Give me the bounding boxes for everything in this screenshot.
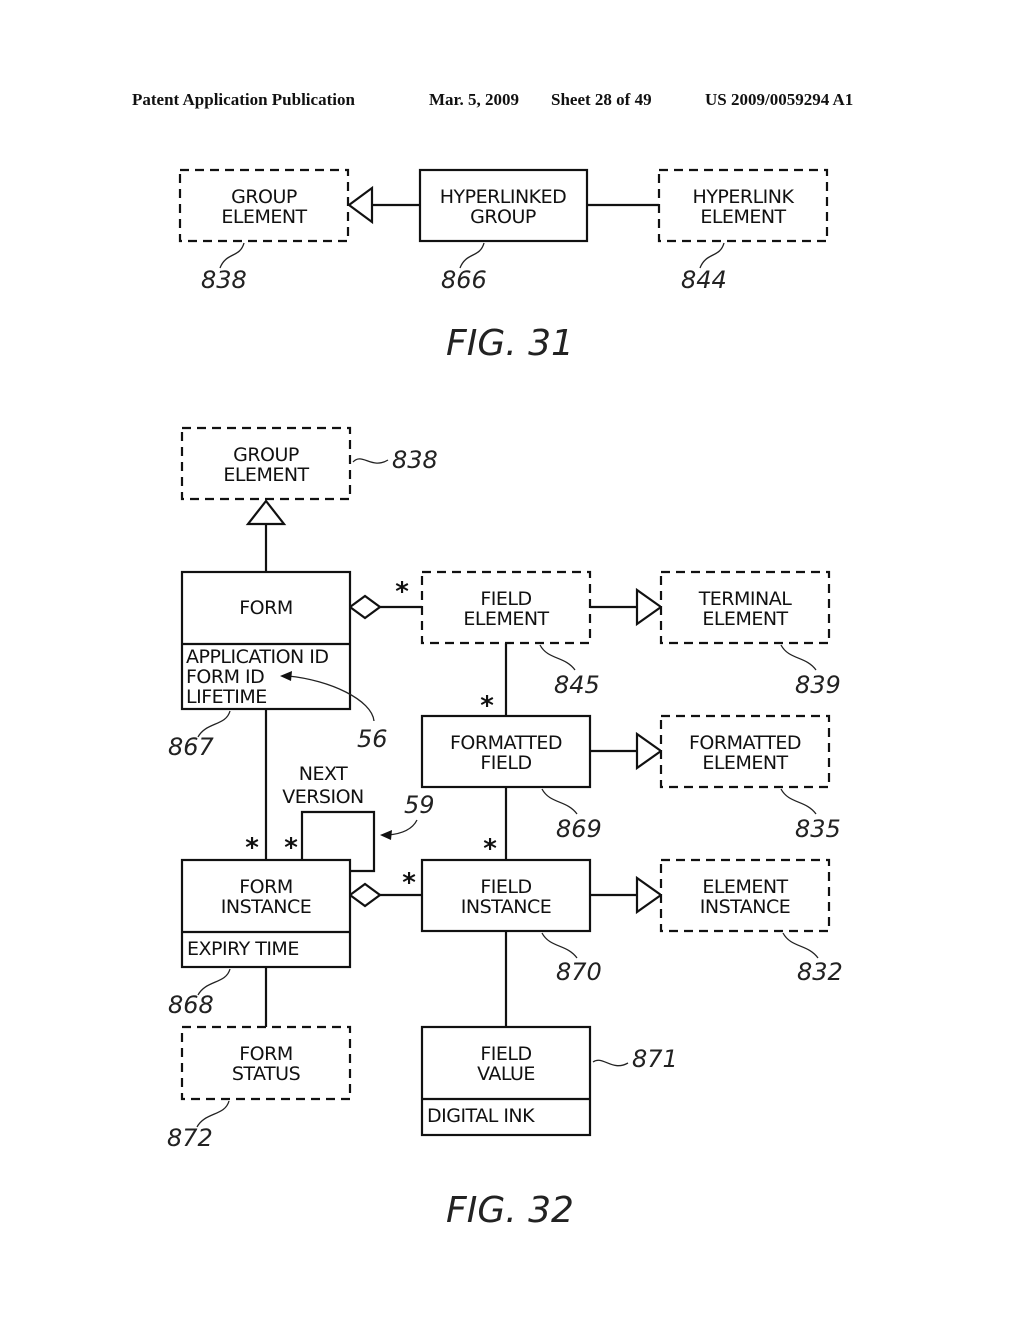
box-label: VALUE bbox=[477, 1063, 535, 1085]
aggregation-diamond-icon bbox=[348, 594, 382, 620]
fig31-inheritance-arrow-icon bbox=[347, 185, 374, 225]
box-label: ELEMENT bbox=[702, 876, 788, 898]
ref-numeral-868: 868 bbox=[168, 991, 214, 1019]
form-status-box: FORM STATUS bbox=[180, 1025, 352, 1101]
group-element-box: GROUP ELEMENT bbox=[180, 426, 352, 501]
leader-line bbox=[541, 788, 578, 815]
box-label: STATUS bbox=[232, 1063, 300, 1085]
ref-numeral-835: 835 bbox=[795, 815, 841, 843]
ref-numeral-832: 832 bbox=[797, 958, 843, 986]
attribute-application-id: APPLICATION ID bbox=[186, 646, 329, 668]
leader-arrow-59 bbox=[387, 819, 418, 836]
attribute-digital-ink: DIGITAL INK bbox=[427, 1105, 535, 1127]
box-label: ELEMENT bbox=[702, 752, 788, 774]
inheritance-arrow-icon bbox=[245, 499, 287, 526]
box-label: ELEMENT bbox=[700, 206, 786, 228]
ref-numeral-866: 866 bbox=[441, 266, 487, 294]
box-label: GROUP bbox=[231, 186, 297, 208]
box-label: FIELD bbox=[480, 876, 531, 898]
ref-numeral-867: 867 bbox=[168, 733, 215, 761]
ref-numeral-872: 872 bbox=[167, 1124, 213, 1152]
ref-numeral-869: 869 bbox=[556, 815, 602, 843]
arrowhead-icon bbox=[380, 830, 392, 840]
inheritance-arrow-icon bbox=[635, 587, 663, 627]
box-label: GROUP bbox=[470, 206, 536, 228]
box-label: INSTANCE bbox=[461, 896, 552, 918]
box-label: GROUP bbox=[233, 444, 299, 466]
box-label: FORM bbox=[239, 876, 292, 898]
box-label: TERMINAL bbox=[698, 588, 793, 610]
leader-line bbox=[699, 242, 725, 269]
patent-diagram: GROUP ELEMENT 838 HYPERLINKED GROUP 866 … bbox=[167, 168, 843, 1231]
ref-numeral-870: 870 bbox=[556, 958, 602, 986]
leader-line bbox=[780, 788, 817, 815]
multiplicity-star: * bbox=[402, 868, 416, 898]
form-box: FORM APPLICATION ID FORM ID LIFETIME bbox=[180, 570, 352, 711]
leader-line bbox=[352, 458, 389, 464]
box-label: ELEMENT bbox=[702, 608, 788, 630]
ref-numeral-871: 871 bbox=[632, 1045, 678, 1073]
inheritance-arrow-icon bbox=[635, 875, 663, 915]
fig31: GROUP ELEMENT 838 HYPERLINKED GROUP 866 … bbox=[178, 168, 829, 364]
box-label: FIELD bbox=[480, 752, 531, 774]
box-label: FORMATTED bbox=[450, 732, 562, 754]
formatted-element-box: FORMATTED ELEMENT bbox=[659, 714, 831, 789]
aggregation-diamond-icon bbox=[348, 882, 382, 908]
attribute-lifetime: LIFETIME bbox=[186, 686, 267, 708]
fig32-caption: FIG. 32 bbox=[446, 1190, 574, 1231]
box-label: FIELD bbox=[480, 588, 531, 610]
fig31-group-element-box: GROUP ELEMENT bbox=[178, 168, 350, 243]
box-label: FIELD bbox=[480, 1043, 531, 1065]
attribute-form-id: FORM ID bbox=[186, 666, 264, 688]
fig31-hyperlinked-group-box: HYPERLINKED GROUP bbox=[418, 168, 589, 243]
fig31-caption: FIG. 31 bbox=[446, 323, 574, 364]
box-label: INSTANCE bbox=[221, 896, 312, 918]
box-label: HYPERLINK bbox=[693, 186, 795, 208]
multiplicity-star: * bbox=[245, 833, 259, 863]
leader-line bbox=[780, 644, 817, 671]
ref-numeral-838: 838 bbox=[201, 266, 247, 294]
box-label: ELEMENT bbox=[221, 206, 307, 228]
multiplicity-star: * bbox=[284, 833, 298, 863]
multiplicity-star: * bbox=[395, 577, 409, 607]
ref-numeral-844: 844 bbox=[681, 266, 727, 294]
box-label: INSTANCE bbox=[700, 896, 791, 918]
fig31-hyperlink-element-box: HYPERLINK ELEMENT bbox=[657, 168, 829, 243]
ref-numeral-845: 845 bbox=[554, 671, 600, 699]
box-label: ELEMENT bbox=[223, 464, 309, 486]
attribute-expiry-time: EXPIRY TIME bbox=[187, 938, 299, 960]
field-instance-box: FIELD INSTANCE bbox=[420, 858, 592, 933]
next-version-label: VERSION bbox=[282, 786, 364, 808]
leader-line bbox=[782, 932, 819, 959]
box-label: FORM bbox=[239, 1043, 292, 1065]
inheritance-arrow-icon bbox=[635, 731, 663, 771]
leader-line bbox=[459, 242, 485, 269]
ref-numeral-838: 838 bbox=[392, 446, 438, 474]
field-value-box: FIELD VALUE DIGITAL INK bbox=[420, 1025, 592, 1137]
leader-line bbox=[539, 644, 576, 671]
box-label: HYPERLINKED bbox=[440, 186, 567, 208]
leader-line bbox=[219, 242, 245, 269]
box-label: FORMATTED bbox=[689, 732, 801, 754]
ref-numeral-839: 839 bbox=[795, 671, 841, 699]
box-label: ELEMENT bbox=[463, 608, 549, 630]
element-instance-box: ELEMENT INSTANCE bbox=[659, 858, 831, 933]
field-element-box: FIELD ELEMENT bbox=[420, 570, 592, 645]
leader-line bbox=[592, 1059, 629, 1067]
next-version-label: NEXT bbox=[299, 763, 348, 785]
fig32: * * * * * NEXT VERSION 59 * GROUP ELEMEN… bbox=[167, 426, 843, 1231]
formatted-field-box: FORMATTED FIELD bbox=[420, 714, 592, 789]
ref-numeral-56: 56 bbox=[357, 725, 388, 753]
leader-line bbox=[541, 932, 578, 959]
box-label: FORM bbox=[239, 597, 292, 619]
terminal-element-box: TERMINAL ELEMENT bbox=[659, 570, 831, 645]
form-instance-box: FORM INSTANCE EXPIRY TIME bbox=[180, 858, 352, 969]
ref-numeral-59: 59 bbox=[404, 791, 435, 819]
